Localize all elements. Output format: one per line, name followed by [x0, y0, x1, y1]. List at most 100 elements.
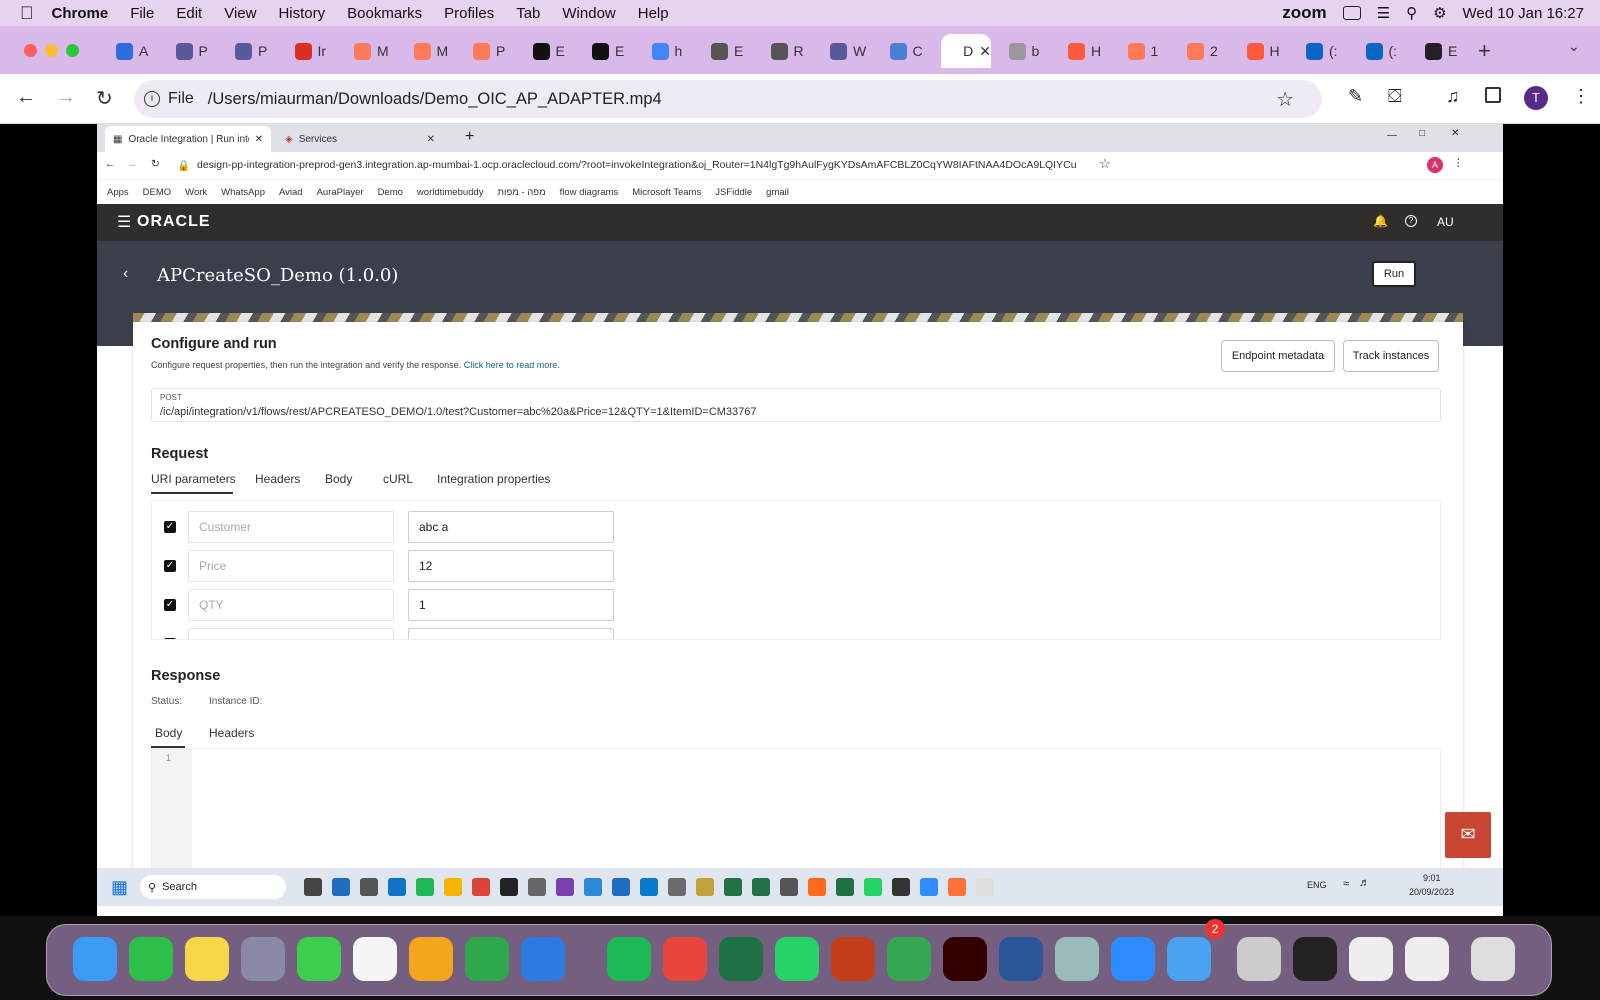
menu-tab[interactable]: Tab — [516, 5, 540, 22]
taskbar-app-icon[interactable] — [724, 878, 743, 896]
bookmark-item[interactable]: worldtimebuddy — [417, 187, 484, 198]
response-body-editor[interactable]: 1 — [151, 748, 1441, 883]
param-checkbox[interactable]: ✓ — [164, 560, 176, 572]
inner-menu-icon[interactable]: ⋮ — [1453, 157, 1464, 169]
browser-tab[interactable]: Ir — [287, 34, 343, 68]
menu-help[interactable]: Help — [638, 5, 669, 22]
apple-icon[interactable]:  — [20, 3, 34, 24]
browser-tab[interactable]: W — [822, 34, 878, 68]
browser-tab[interactable]: P — [465, 34, 521, 68]
taskbar-app-icon[interactable] — [640, 878, 659, 896]
param-value-input[interactable]: CM33767 — [408, 628, 614, 639]
browser-tab[interactable]: D ✕ — [941, 34, 991, 68]
menu-history[interactable]: History — [278, 5, 325, 22]
numbers-icon[interactable] — [465, 937, 509, 981]
window-thumb-1[interactable] — [1237, 937, 1281, 981]
bookmark-item[interactable]: Demo — [378, 187, 403, 198]
illustrator-icon[interactable] — [943, 937, 987, 981]
bookmark-item[interactable]: JSFiddle — [715, 187, 752, 198]
address-url[interactable]: /Users/miaurman/Downloads/Demo_OIC_AP_AD… — [208, 90, 662, 109]
taskbar-app-icon[interactable] — [528, 878, 547, 896]
address-bar[interactable]: i File /Users/miaurman/Downloads/Demo_OI… — [134, 80, 1322, 118]
powerpoint-icon[interactable] — [831, 937, 875, 981]
taskbar-app-icon[interactable] — [696, 878, 715, 896]
tab-curl[interactable]: cURL — [383, 472, 413, 486]
taskbar-time[interactable]: 9:01 — [1423, 873, 1441, 883]
window-thumb-3[interactable] — [1349, 937, 1393, 981]
inner-tab-services[interactable]: ◈ Services ✕ — [277, 126, 443, 152]
browser-tab[interactable]: h — [644, 34, 700, 68]
taskbar-language[interactable]: ENG — [1307, 880, 1327, 890]
keynote-icon[interactable] — [521, 937, 565, 981]
bookmark-item[interactable]: DEMO — [143, 187, 172, 198]
battery-icon[interactable] — [1342, 6, 1361, 20]
bookmark-item[interactable]: Work — [185, 187, 207, 198]
param-checkbox[interactable]: ✓ — [164, 599, 176, 611]
param-checkbox[interactable]: ✓ — [164, 638, 176, 639]
messages-icon[interactable] — [297, 937, 341, 981]
browser-tab[interactable]: 2 — [1179, 34, 1235, 68]
tab-uri-parameters[interactable]: URI parameters — [151, 472, 236, 486]
windows-start-icon[interactable]: ▦ — [111, 877, 128, 898]
browser-tab[interactable]: E — [525, 34, 581, 68]
menu-file[interactable]: File — [130, 5, 154, 22]
whatsapp-icon[interactable] — [775, 937, 819, 981]
browser-tab[interactable]: (: — [1358, 34, 1414, 68]
taskbar-app-icon[interactable] — [360, 878, 379, 896]
taskbar-app-icon[interactable] — [976, 878, 995, 896]
close-window-icon[interactable] — [24, 44, 37, 57]
menu-profiles[interactable]: Profiles — [444, 5, 494, 22]
facetime-icon[interactable] — [129, 937, 173, 981]
reminders-icon[interactable] — [353, 937, 397, 981]
menu-edit[interactable]: Edit — [176, 5, 202, 22]
browser-tab[interactable]: b — [1001, 34, 1057, 68]
notifications-icon[interactable]: 🔔 — [1373, 214, 1388, 228]
hamburger-icon[interactable]: ☰ — [117, 212, 131, 232]
extension-pen-icon[interactable]: ✎ — [1348, 86, 1363, 107]
taskbar-app-icon[interactable] — [780, 878, 799, 896]
taskbar-app-icon[interactable] — [948, 878, 967, 896]
taskbar-app-icon[interactable] — [836, 878, 855, 896]
taskbar-app-icon[interactable] — [920, 878, 939, 896]
taskbar-app-icon[interactable] — [388, 878, 407, 896]
taskbar-app-icon[interactable] — [556, 878, 575, 896]
inner-tab-oracle[interactable]: ▦ Oracle Integration | Run integrati ✕ — [105, 126, 271, 152]
inner-maximize-icon[interactable]: □ — [1419, 128, 1425, 139]
control-center-icon[interactable]: ⚙ — [1433, 4, 1446, 22]
menu-bookmarks[interactable]: Bookmarks — [347, 5, 422, 22]
inner-back-icon[interactable]: ← — [105, 158, 116, 170]
tab-search-icon[interactable]: ⌄ — [1568, 38, 1580, 55]
bookmark-item[interactable]: flow diagrams — [560, 187, 619, 198]
tab-headers[interactable]: Headers — [255, 472, 300, 486]
taskbar-app-icon[interactable] — [808, 878, 827, 896]
taskbar-app-icon[interactable] — [752, 878, 771, 896]
bookmark-item[interactable]: Apps — [107, 187, 129, 198]
browser-tab[interactable]: H — [1239, 34, 1295, 68]
browser-tab[interactable]: (: — [1298, 34, 1354, 68]
param-key-input[interactable]: Price — [188, 550, 394, 582]
window-thumb-4[interactable] — [1405, 937, 1449, 981]
media-control-icon[interactable]: ♫ — [1446, 86, 1460, 107]
finder-icon[interactable] — [73, 937, 117, 981]
browser-tab[interactable]: R — [763, 34, 819, 68]
chrome-icon[interactable] — [663, 937, 707, 981]
chat-button[interactable]: ✉ — [1445, 812, 1491, 858]
taskbar-app-icon[interactable] — [668, 878, 687, 896]
browser-tab[interactable]: E — [703, 34, 759, 68]
taskbar-app-icon[interactable] — [304, 878, 323, 896]
volume-icon[interactable]: ♬ — [1359, 877, 1370, 889]
read-more-link[interactable]: Click here to read more. — [464, 360, 560, 370]
taskbar-app-icon[interactable] — [864, 878, 883, 896]
taskbar-date[interactable]: 20/09/2023 — [1409, 887, 1454, 897]
inner-minimize-icon[interactable]: — — [1387, 130, 1397, 141]
menubar-clock[interactable]: Wed 10 Jan 16:27 — [1463, 5, 1584, 22]
chrome-menu-icon[interactable]: ⋮ — [1572, 86, 1590, 107]
inner-close-icon[interactable]: ✕ — [1451, 128, 1459, 139]
back-icon[interactable]: ← — [16, 86, 36, 109]
close-tab-icon[interactable]: ✕ — [255, 134, 263, 145]
param-checkbox[interactable]: ✓ — [164, 521, 176, 533]
taskbar-app-icon[interactable] — [612, 878, 631, 896]
new-tab-button[interactable]: + — [1478, 38, 1491, 64]
taskbar-app-icon[interactable] — [500, 878, 519, 896]
taskbar-app-icon[interactable] — [472, 878, 491, 896]
